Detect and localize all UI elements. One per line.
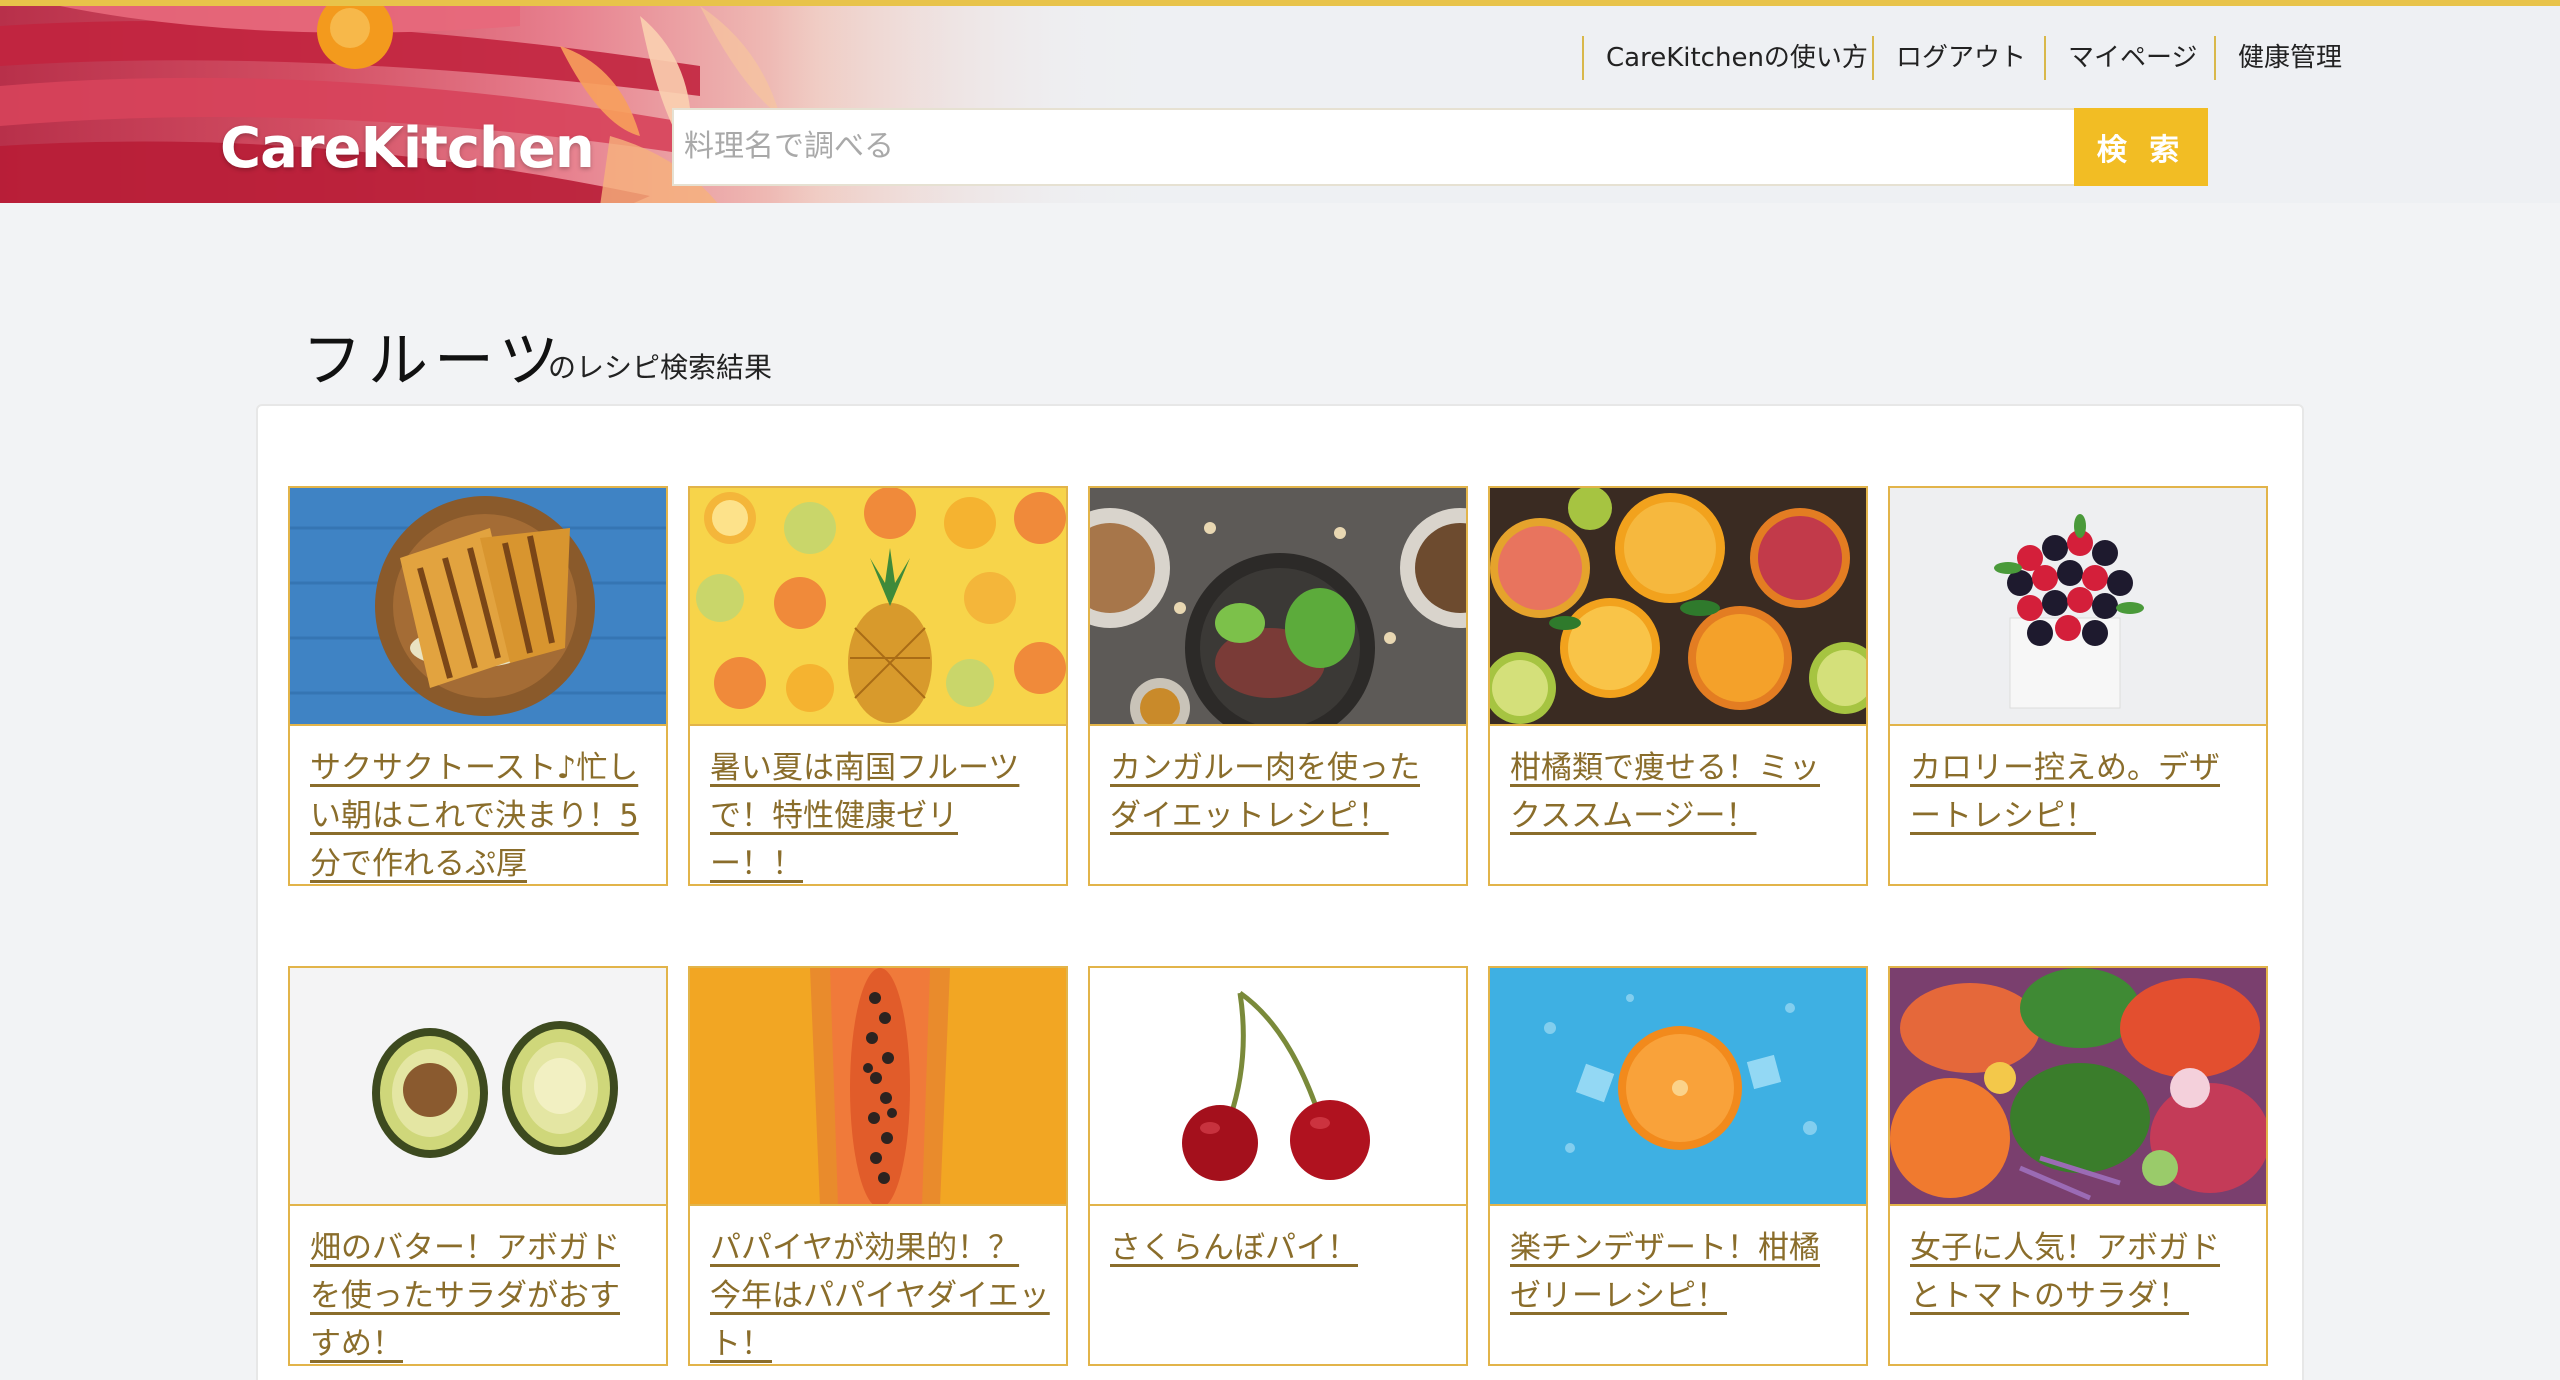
logo[interactable]: CareKitchen	[220, 116, 595, 181]
nav-how-to-use[interactable]: CareKitchenの使い方	[1582, 36, 1868, 80]
page: CareKitchen 検 索 CareKitchenの使い方 ログアウト マイ…	[0, 0, 2560, 1380]
cherries-image	[1090, 968, 1466, 1204]
recipe-title[interactable]: 暑い夏は南国フルーツで！特性健康ゼリー！！	[710, 744, 1050, 884]
recipe-card[interactable]: 女子に人気！アボガドとトマトのサラダ！	[1888, 966, 2268, 1366]
citrus-slices-image	[1490, 488, 1866, 724]
top-nav: CareKitchenの使い方 ログアウト マイページ 健康管理	[0, 36, 2560, 80]
recipe-title[interactable]: 畑のバター！アボガドを使ったサラダがおすすめ！	[310, 1224, 650, 1364]
recipe-title[interactable]: サクサクトースト♪忙しい朝はこれで決まり！5分で作れるぷ厚	[310, 744, 650, 884]
recipe-image[interactable]	[690, 488, 1066, 726]
berries-image	[1890, 488, 2266, 724]
avocado-image	[290, 968, 666, 1204]
recipe-image[interactable]	[1090, 968, 1466, 1206]
recipe-title[interactable]: カロリー控えめ。デザートレシピ！	[1910, 744, 2250, 840]
recipe-card[interactable]: 柑橘類で痩せる！ミックススムージー！	[1488, 486, 1868, 886]
recipe-image[interactable]	[1490, 968, 1866, 1206]
header: CareKitchen 検 索 CareKitchenの使い方 ログアウト マイ…	[0, 0, 2560, 203]
recipe-card[interactable]: カンガルー肉を使ったダイエットレシピ！	[1088, 486, 1468, 886]
recipe-title[interactable]: パパイヤが効果的！？今年はパパイヤダイエット！	[710, 1224, 1050, 1364]
nav-mypage[interactable]: マイページ	[2044, 36, 2197, 80]
recipe-image[interactable]	[1890, 968, 2266, 1206]
search-bar: 検 索	[672, 108, 2208, 186]
toast-sandwich-image	[290, 488, 666, 724]
recipe-card[interactable]: パパイヤが効果的！？今年はパパイヤダイエット！	[688, 966, 1068, 1366]
recipe-title[interactable]: カンガルー肉を使ったダイエットレシピ！	[1110, 744, 1450, 840]
recipe-title[interactable]: 楽チンデザート！柑橘ゼリーレシピ！	[1510, 1224, 1850, 1320]
recipe-image[interactable]	[290, 968, 666, 1206]
recipe-card[interactable]: 楽チンデザート！柑橘ゼリーレシピ！	[1488, 966, 1868, 1366]
recipe-card[interactable]: 暑い夏は南国フルーツで！特性健康ゼリー！！	[688, 486, 1068, 886]
search-button[interactable]: 検 索	[2074, 108, 2208, 186]
kangaroo-meat-dish-image	[1090, 488, 1466, 724]
recipe-image[interactable]	[290, 488, 666, 726]
recipe-card[interactable]: さくらんぼパイ！	[1088, 966, 1468, 1366]
search-input[interactable]	[672, 108, 2074, 186]
recipe-title[interactable]: 女子に人気！アボガドとトマトのサラダ！	[1910, 1224, 2250, 1320]
recipe-image[interactable]	[1490, 488, 1866, 726]
recipe-card[interactable]: 畑のバター！アボガドを使ったサラダがおすすめ！	[288, 966, 668, 1366]
recipe-image[interactable]	[690, 968, 1066, 1206]
papaya-image	[690, 968, 1066, 1204]
recipe-image[interactable]	[1890, 488, 2266, 726]
results-suffix: のレシピ検索結果	[548, 351, 773, 384]
recipe-image[interactable]	[1090, 488, 1466, 726]
orange-on-blue-image	[1490, 968, 1866, 1204]
recipe-card[interactable]: カロリー控えめ。デザートレシピ！	[1888, 486, 2268, 886]
recipe-title[interactable]: 柑橘類で痩せる！ミックススムージー！	[1510, 744, 1850, 840]
results-keyword: フルーツ	[302, 326, 565, 396]
recipe-title[interactable]: さくらんぼパイ！	[1110, 1224, 1450, 1272]
tropical-fruits-image	[690, 488, 1066, 724]
recipe-card[interactable]: サクサクトースト♪忙しい朝はこれで決まり！5分で作れるぷ厚	[288, 486, 668, 886]
salad-image	[1890, 968, 2266, 1204]
nav-logout[interactable]: ログアウト	[1872, 36, 2026, 80]
results-panel: サクサクトースト♪忙しい朝はこれで決まり！5分で作れるぷ厚 暑い夏は南国フルーツ…	[256, 404, 2304, 1380]
nav-health-management[interactable]: 健康管理	[2214, 36, 2342, 80]
